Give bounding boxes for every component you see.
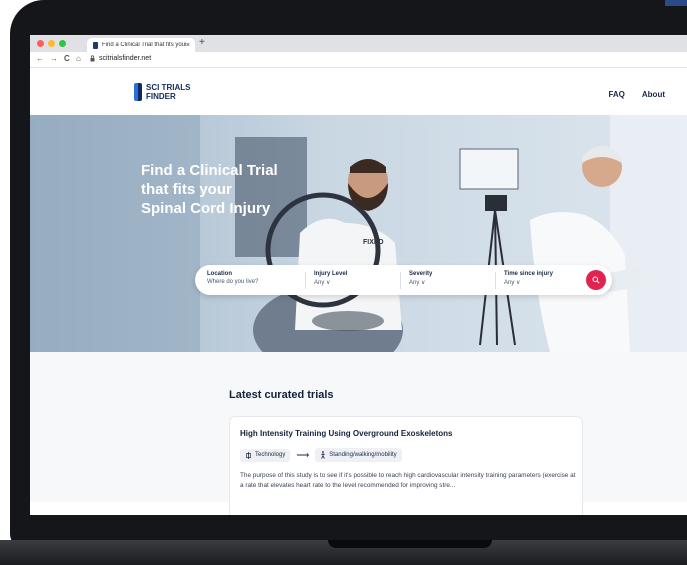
severity-select[interactable]: Any ∨ — [409, 279, 432, 286]
new-tab-button[interactable]: + — [199, 37, 205, 48]
reload-icon[interactable]: C — [64, 54, 70, 63]
logo-line-1: SCI TRIALS — [146, 83, 191, 92]
severity-label: Severity — [409, 271, 433, 277]
lock-icon — [90, 55, 95, 62]
location-input[interactable]: Where do you live? — [207, 279, 258, 285]
nav-faq-link[interactable]: FAQ — [608, 90, 624, 99]
hero-shirt-text: FIXED — [363, 239, 384, 246]
browser-window: Find a Clinical Trial that fits your × +… — [30, 35, 687, 515]
injury-level-select[interactable]: Any ∨ — [314, 279, 347, 286]
time-since-injury-field[interactable]: Time since injury Any ∨ — [504, 271, 553, 286]
technology-icon — [246, 451, 251, 459]
logo-icon — [134, 83, 142, 101]
time-since-injury-label: Time since injury — [504, 271, 553, 277]
hero-title-line-1: Find a Clinical Trial — [141, 162, 278, 179]
home-icon[interactable]: ⌂ — [76, 54, 81, 63]
hero-photo — [30, 115, 687, 352]
laptop-hinge-notch — [328, 540, 492, 548]
hero-title-line-2: that fits your — [141, 181, 232, 198]
minimize-window-dot[interactable] — [48, 40, 55, 47]
location-field[interactable]: Location Where do you live? — [207, 271, 258, 285]
latest-trials-heading: Latest curated trials — [229, 389, 334, 401]
trial-title[interactable]: High Intensity Training Using Overground… — [240, 429, 452, 438]
time-since-injury-select[interactable]: Any ∨ — [504, 279, 553, 286]
severity-field[interactable]: Severity Any ∨ — [409, 271, 432, 286]
browser-tab[interactable]: Find a Clinical Trial that fits your × — [87, 38, 195, 52]
forward-icon[interactable]: → — [50, 54, 58, 63]
address-bar: ← → C ⌂ scitrialsfinder.net — [30, 52, 687, 68]
walking-person-icon — [321, 451, 326, 459]
close-window-dot[interactable] — [37, 40, 44, 47]
technology-chip-label: Technology — [255, 452, 286, 458]
maximize-window-dot[interactable] — [59, 40, 66, 47]
site-header: SCI TRIALS FINDER FAQ About — [30, 68, 687, 115]
tab-title: Find a Clinical Trial that fits your — [102, 42, 186, 48]
mobility-chip: Standing/walking/mobility — [315, 448, 402, 462]
injury-level-label: Injury Level — [314, 271, 348, 277]
technology-chip: Technology — [240, 448, 291, 462]
site-logo[interactable]: SCI TRIALS FINDER — [134, 83, 190, 101]
trial-description: The purpose of this study is to see if i… — [240, 472, 576, 489]
latest-trials-section: Latest curated trials High Intensity Tra… — [30, 352, 687, 515]
nav-about-link[interactable]: About — [642, 90, 665, 99]
trial-card[interactable]: High Intensity Training Using Overground… — [229, 416, 583, 515]
trial-search-bar: Location Where do you live? Injury Level… — [195, 265, 612, 295]
hero-title: Find a Clinical Trial that fits your Spi… — [141, 161, 311, 218]
laptop-frame: Find a Clinical Trial that fits your × +… — [0, 0, 687, 565]
favicon-icon — [93, 41, 98, 49]
arrow-right-icon: ⟶ — [296, 449, 310, 460]
location-label: Location — [207, 271, 232, 277]
site-nav: FAQ About — [608, 90, 665, 99]
hero-title-line-3: Spinal Cord Injury — [141, 200, 271, 217]
search-icon — [592, 276, 600, 284]
hero-section: FIXED Find a Clinical Trial that fits yo… — [30, 115, 687, 352]
divider — [495, 272, 496, 289]
search-button[interactable] — [586, 270, 606, 290]
injury-level-field[interactable]: Injury Level Any ∨ — [314, 271, 347, 286]
divider — [400, 272, 401, 289]
back-icon[interactable]: ← — [36, 54, 44, 63]
trial-tags: Technology ⟶ Standing/walking/mobility — [240, 448, 402, 462]
background-accent — [665, 0, 687, 6]
tab-close-icon[interactable]: × — [186, 42, 190, 49]
divider — [305, 272, 306, 289]
logo-line-2: FINDER — [146, 92, 176, 101]
mobility-chip-label: Standing/walking/mobility — [329, 452, 397, 458]
url-field[interactable]: scitrialsfinder.net — [99, 55, 151, 62]
browser-titlebar: Find a Clinical Trial that fits your × + — [30, 35, 687, 52]
